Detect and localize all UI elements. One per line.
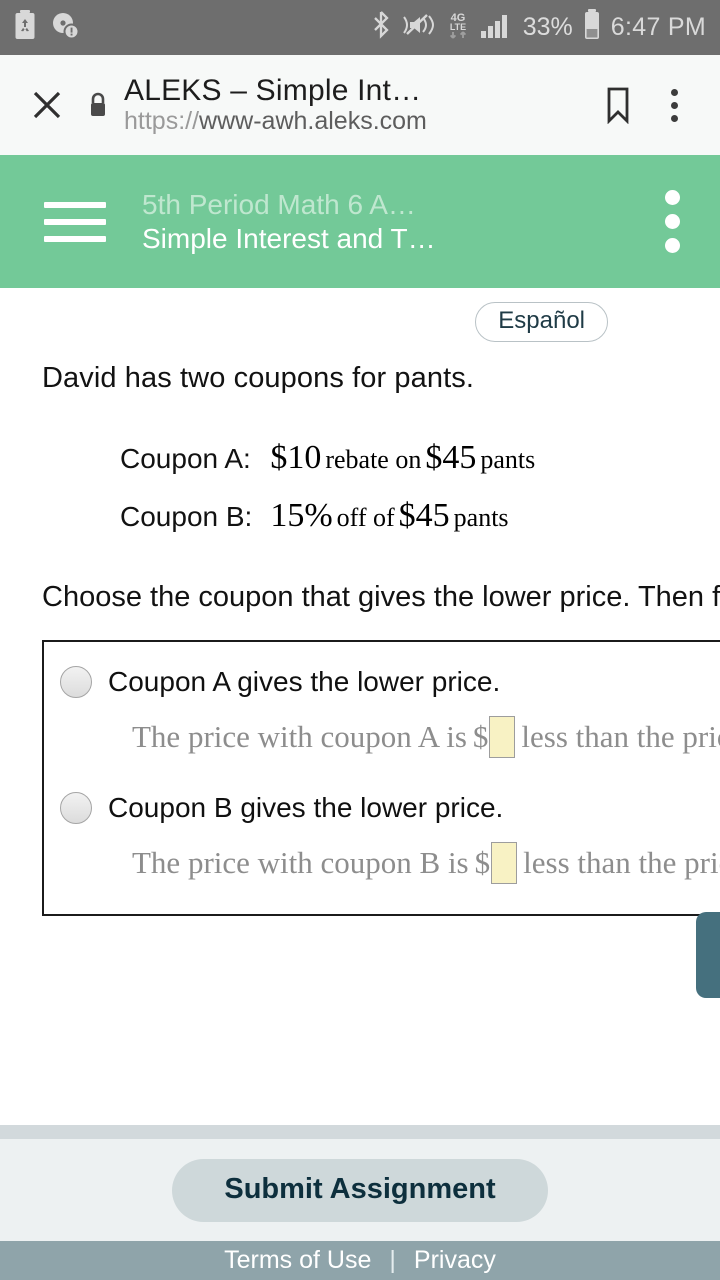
coupon-b-label: Coupon B:: [120, 500, 253, 532]
url-scheme: https://: [124, 108, 200, 135]
language-toggle-row: Español: [0, 288, 720, 342]
app-overflow-menu-button[interactable]: [624, 190, 720, 253]
espanol-button[interactable]: Español: [475, 302, 608, 342]
bookmark-icon: [607, 87, 629, 124]
hamburger-line: [44, 201, 106, 208]
kebab-dot: [664, 190, 680, 205]
coupon-b-price: $45: [398, 496, 450, 534]
bottom-divider: [0, 1125, 720, 1139]
coupon-a-word-1: rebate on: [325, 445, 422, 474]
coupon-table: Coupon A: $10 rebate on $45 pants Coupon…: [120, 429, 535, 545]
coupon-a-amount: $10: [270, 439, 322, 476]
choice-b-dollar-sign: $: [474, 844, 491, 880]
course-name: 5th Period Math 6 A…: [142, 189, 416, 221]
signal-bars-icon: [480, 10, 514, 45]
battery-saver-icon: [14, 10, 36, 45]
submit-assignment-button[interactable]: Submit Assignment: [172, 1158, 548, 1222]
disc-warning-icon: [50, 10, 80, 45]
question-content-area: Español David has two coupons for pants.…: [0, 288, 720, 1125]
lock-icon: [91, 92, 105, 116]
coupon-a-word-2: pants: [480, 445, 536, 474]
header-titles: 5th Period Math 6 A… Simple Interest and…: [136, 188, 624, 254]
bookmark-button[interactable]: [590, 76, 646, 134]
site-security-indicator[interactable]: [76, 76, 120, 134]
clock-label: 6:47 PM: [610, 13, 706, 41]
coupon-b-amount: 15%: [270, 496, 333, 534]
problem-instruction-text: Choose the coupon that gives the lower p…: [42, 580, 720, 613]
choice-a-fill-prefix: The price with coupon A is: [132, 718, 467, 754]
browser-toolbar: ALEKS – Simple Int… https://www-awh.alek…: [0, 55, 720, 155]
radio-coupon-a[interactable]: [60, 665, 92, 698]
svg-text:LTE: LTE: [450, 22, 466, 32]
kebab-dot: [664, 238, 680, 253]
footer-separator: |: [389, 1246, 396, 1274]
table-row: Coupon A: $10 rebate on $45 pants: [120, 429, 535, 487]
footer-links-bar: Terms of Use | Privacy: [0, 1241, 720, 1280]
choice-coupon-a: Coupon A gives the lower price. The pric…: [44, 665, 720, 758]
hamburger-menu-icon[interactable]: [44, 201, 136, 242]
android-status-bar: 4G LTE 33% 6:47 PM: [0, 0, 720, 55]
status-bar-system-icons: 4G LTE 33% 6:47 PM: [371, 9, 706, 46]
bluetooth-icon: [371, 10, 391, 45]
hamburger-line: [44, 218, 106, 225]
radio-coupon-b[interactable]: [60, 791, 92, 824]
coupon-b-word-2: pants: [453, 502, 509, 532]
coupon-a-label: Coupon A:: [120, 443, 251, 474]
choice-b-label: Coupon B gives the lower price.: [108, 791, 504, 823]
choice-a-fill-suffix: less than the price: [521, 718, 720, 754]
table-row: Coupon B: 15% off of $45 pants: [120, 487, 535, 545]
coupon-a-price: $45: [425, 439, 477, 476]
coupon-a-expression: $10 rebate on $45 pants: [270, 429, 535, 487]
choice-b-header[interactable]: Coupon B gives the lower price.: [44, 791, 720, 824]
coupon-b-word-1: off of: [336, 502, 395, 532]
answer-input-b[interactable]: [491, 841, 518, 884]
url-host: www-awh.aleks.com: [199, 108, 427, 135]
explanation-button[interactable]: [696, 912, 720, 998]
page-url: https://www-awh.aleks.com: [124, 108, 590, 135]
choice-a-dollar-sign: $: [472, 718, 489, 754]
page-title: ALEKS – Simple Int…: [124, 75, 422, 108]
privacy-link[interactable]: Privacy: [414, 1246, 496, 1275]
problem-intro-text: David has two coupons for pants.: [42, 362, 474, 394]
volume-mute-vibrate-icon: [400, 10, 436, 45]
choice-spacer: [44, 762, 720, 792]
choice-b-fill-prefix: The price with coupon B is: [132, 844, 469, 880]
coupon-b-expression: 15% off of $45 pants: [270, 487, 535, 545]
kebab-dot: [664, 214, 680, 229]
choice-a-fill-row: The price with coupon A is $ less than t…: [44, 715, 720, 758]
answer-choices-box: Coupon A gives the lower price. The pric…: [42, 639, 720, 916]
kebab-menu-icon: [670, 88, 678, 122]
browser-menu-button[interactable]: [646, 76, 702, 134]
submit-bar: Submit Assignment: [0, 1139, 720, 1241]
hamburger-line: [44, 235, 106, 242]
choice-a-label: Coupon A gives the lower price.: [108, 665, 501, 697]
battery-percent-label: 33%: [522, 13, 573, 41]
4g-lte-icon: 4G LTE: [445, 9, 471, 46]
answer-input-a[interactable]: [489, 715, 516, 758]
close-icon: [33, 91, 61, 119]
battery-icon: [582, 9, 602, 46]
phone-screen: 4G LTE 33% 6:47 PM ALEKS – Simple Int… h…: [0, 0, 720, 1280]
choice-coupon-b: Coupon B gives the lower price. The pric…: [44, 791, 720, 884]
aleks-app-header: 5th Period Math 6 A… Simple Interest and…: [0, 155, 720, 288]
choice-b-fill-row: The price with coupon B is $ less than t…: [44, 841, 720, 884]
status-bar-notification-icons: [14, 10, 80, 45]
choice-a-header[interactable]: Coupon A gives the lower price.: [44, 665, 720, 698]
address-bar[interactable]: ALEKS – Simple Int… https://www-awh.alek…: [120, 75, 590, 134]
choice-b-fill-suffix: less than the price: [523, 844, 720, 880]
assignment-name: Simple Interest and T…: [142, 222, 436, 254]
close-tab-button[interactable]: [18, 76, 76, 134]
terms-of-use-link[interactable]: Terms of Use: [224, 1246, 371, 1275]
